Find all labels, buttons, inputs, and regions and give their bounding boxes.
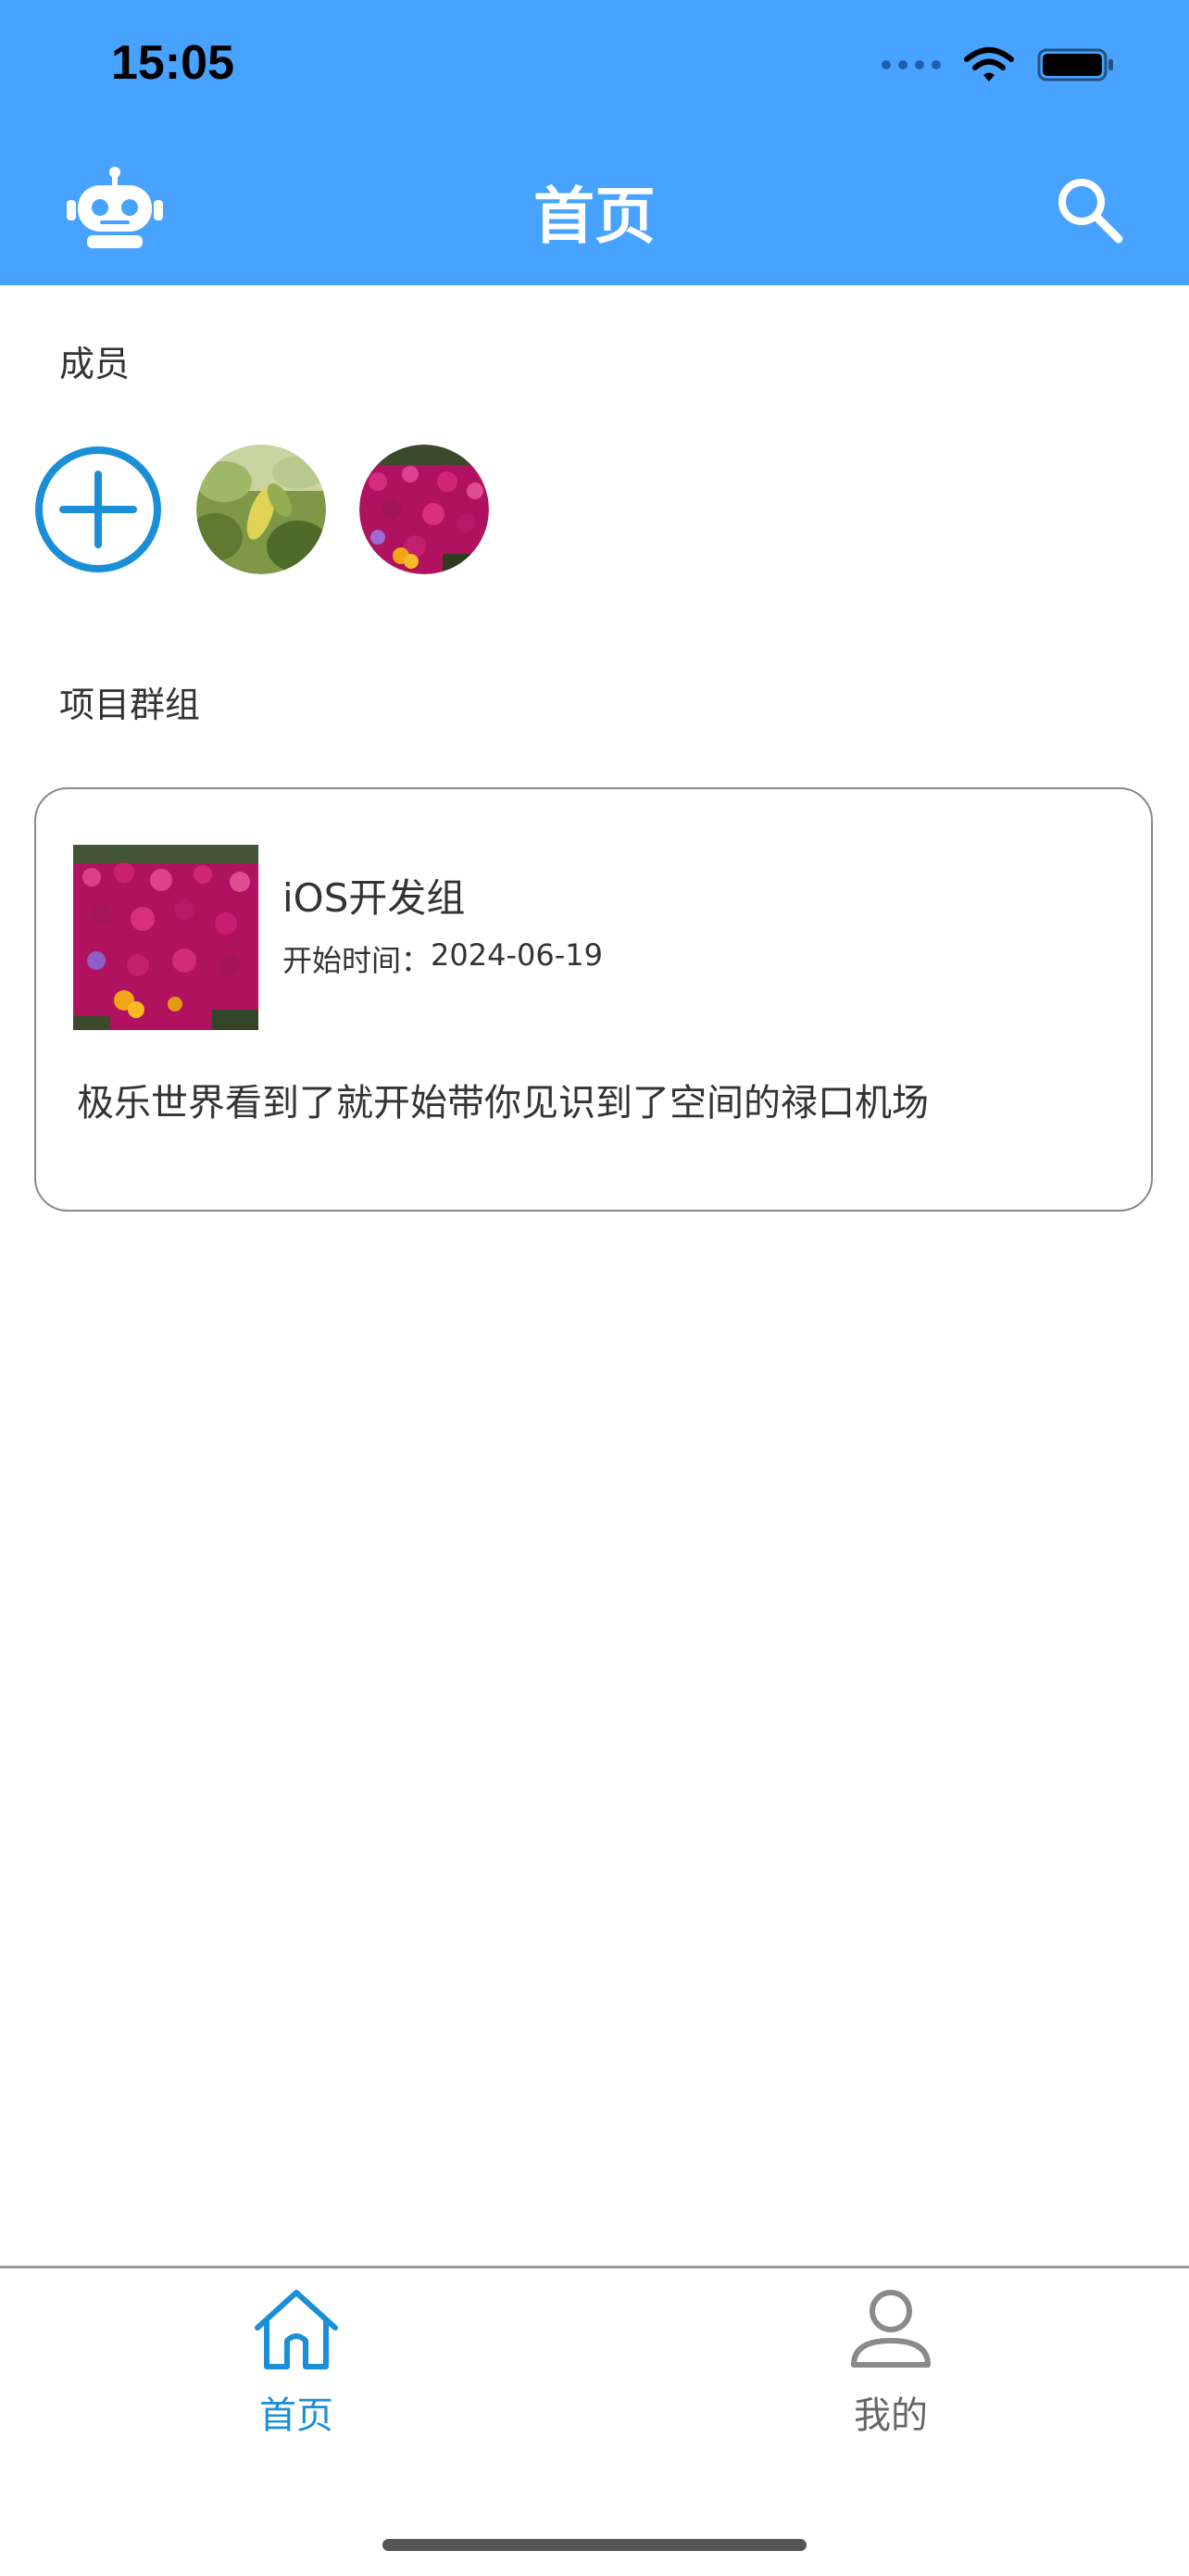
- avatar-leaf[interactable]: [196, 445, 326, 574]
- group-description: 极乐世界看到了就开始带你见识到了空间的禄口机场: [77, 1082, 929, 1125]
- user-icon: [851, 2290, 931, 2368]
- start-time-label: 开始时间：: [282, 943, 432, 978]
- page-title: 首页: [533, 181, 656, 252]
- add-circle-icon[interactable]: [33, 445, 163, 574]
- tab-home[interactable]: 首页: [204, 2287, 389, 2439]
- member-list: [33, 445, 489, 574]
- tab-home-label: 首页: [259, 2394, 333, 2437]
- avatar-flowers[interactable]: [359, 445, 489, 574]
- signal-icon: [882, 60, 941, 69]
- tab-mine-label: 我的: [854, 2394, 928, 2437]
- group-name: iOS开发组: [282, 875, 466, 921]
- group-start-time: 开始时间： 2024-06-19: [282, 937, 603, 980]
- group-card[interactable]: iOS开发组 开始时间： 2024-06-19 极乐世界看到了就开始带你见识到了…: [34, 787, 1153, 1212]
- start-time-value: 2024-06-19: [431, 937, 603, 973]
- home-icon: [255, 2290, 338, 2369]
- status-time: 15:05: [111, 36, 234, 90]
- group-thumbnail: [73, 845, 258, 1030]
- header: 15:05 首页: [0, 0, 1189, 285]
- search-icon[interactable]: [1054, 174, 1124, 245]
- tab-mine[interactable]: 我的: [798, 2287, 983, 2439]
- wifi-icon: [964, 47, 1014, 82]
- battery-icon: [1037, 48, 1113, 82]
- tab-bar: 首页 我的: [0, 2266, 1189, 2576]
- groups-section-title: 项目群组: [59, 685, 201, 725]
- status-icons: [882, 46, 1115, 83]
- members-section-title: 成员: [59, 344, 131, 384]
- home-indicator: [382, 2539, 807, 2551]
